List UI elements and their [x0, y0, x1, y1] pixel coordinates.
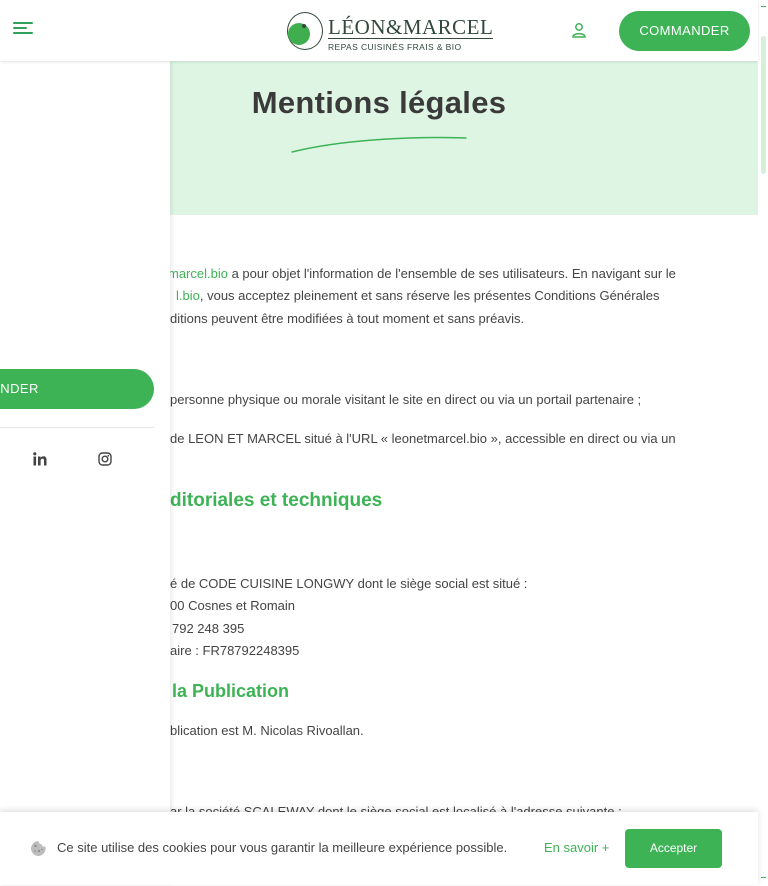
site-header: LÉON&MARCEL REPAS CUISINÉS FRAIS & BIO C… [0, 0, 758, 61]
title-underline-swoosh [291, 136, 467, 153]
logo-mark-icon [287, 12, 323, 50]
user-icon[interactable] [571, 22, 587, 38]
definition-user: personne physique ou morale visitant le … [170, 392, 642, 407]
cookie-message: Ce site utilise des cookies pour vous ga… [57, 840, 508, 855]
publisher-line-1: é de CODE CUISINE LONGWY dont le siège s… [170, 576, 528, 591]
site-link[interactable]: marcel.bio [168, 266, 228, 281]
definition-site: de LEON ET MARCEL situé à l'URL « leonet… [170, 431, 676, 446]
drawer-divider [0, 427, 154, 428]
publisher-line-3: 792 248 395 [172, 621, 245, 636]
site-link[interactable]: l.bio [176, 288, 200, 303]
publisher-line-2: 00 Cosnes et Romain [170, 598, 296, 613]
logo-tagline: REPAS CUISINÉS FRAIS & BIO [328, 42, 462, 52]
section-title-publication: la Publication [172, 681, 290, 701]
hamburger-icon[interactable] [13, 22, 34, 38]
page-scrollbar[interactable] [758, 0, 768, 885]
intro-line-3: ditions peuvent être modifiées à tout mo… [170, 311, 525, 326]
scrollbar-thumb[interactable] [761, 36, 766, 174]
logo[interactable]: LÉON&MARCEL REPAS CUISINÉS FRAIS & BIO [286, 12, 494, 54]
instagram-icon[interactable] [98, 452, 112, 466]
cookie-icon [31, 841, 46, 856]
intro-line-2: l.bio, vous acceptez pleinement et sans … [176, 288, 660, 303]
cookie-banner: Ce site utilise des cookies pour vous ga… [0, 812, 758, 885]
order-button[interactable]: COMMANDER [619, 11, 750, 51]
linkedin-icon[interactable] [33, 452, 47, 466]
cookie-accept-button[interactable]: Accepter [625, 829, 722, 868]
logo-name: LÉON&MARCEL [328, 15, 494, 39]
cookie-learn-more-link[interactable]: En savoir + [544, 840, 609, 855]
director-line: blication est M. Nicolas Rivoallan. [170, 723, 364, 738]
side-menu-drawer: MANDER [0, 61, 170, 885]
drawer-order-button[interactable]: MANDER [0, 369, 154, 409]
section-title-editorial: ditoriales et techniques [170, 490, 383, 511]
publisher-line-4: aire : FR78792248395 [170, 643, 300, 658]
intro-line-1: marcel.bio a pour objet l'information de… [168, 266, 676, 281]
